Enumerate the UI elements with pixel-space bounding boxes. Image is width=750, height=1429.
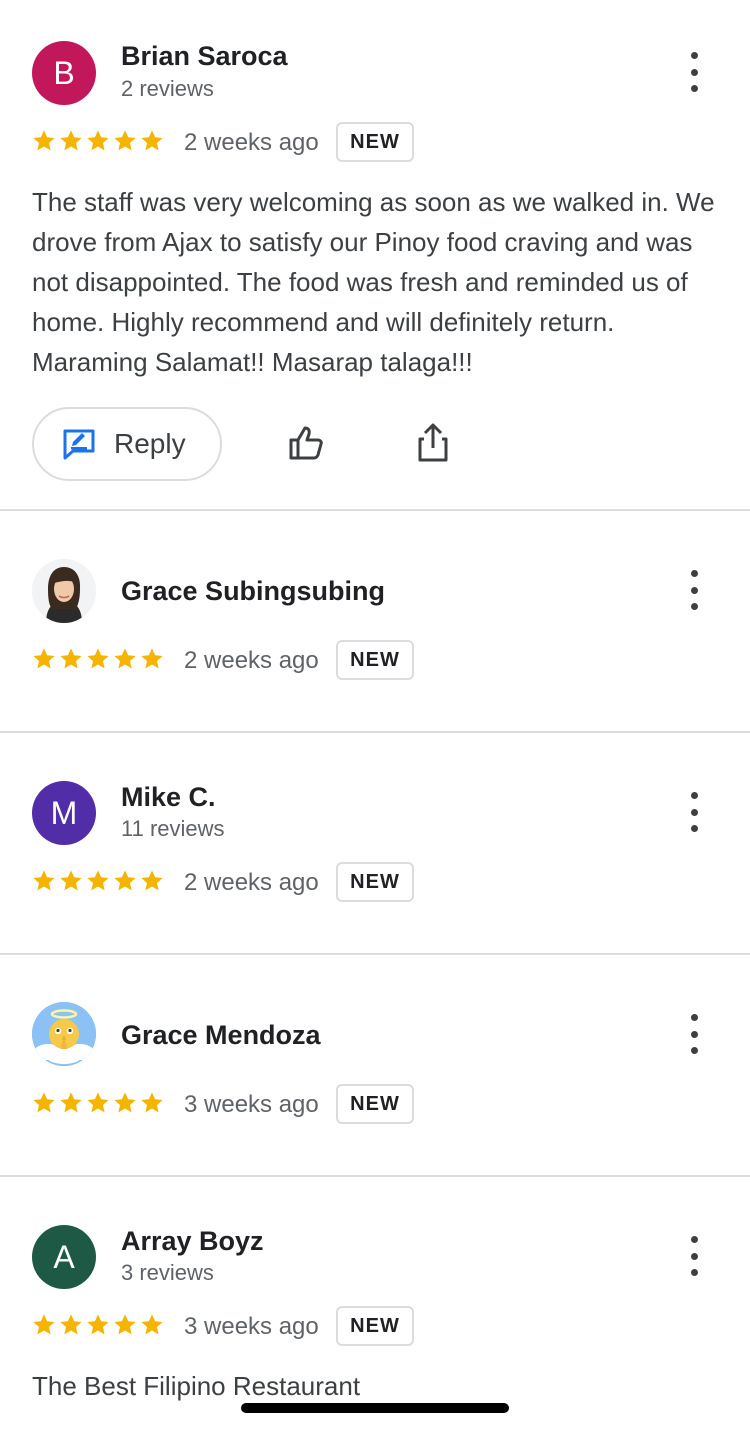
avatar[interactable]: B	[32, 41, 96, 105]
star-icon	[85, 1090, 111, 1116]
star-icon	[139, 1090, 165, 1116]
star-icon	[112, 646, 138, 672]
star-rating	[31, 646, 165, 672]
star-icon	[31, 868, 57, 894]
more-vert-icon	[690, 1014, 698, 1021]
star-icon	[58, 128, 84, 154]
review-time: 3 weeks ago	[184, 1313, 319, 1340]
avatar[interactable]: A	[32, 1225, 96, 1289]
reviewer-name[interactable]: Array Boyz	[121, 1226, 264, 1257]
review-count: 2 reviews	[121, 76, 214, 101]
star-icon	[31, 646, 57, 672]
star-icon	[85, 868, 111, 894]
star-icon	[58, 646, 84, 672]
star-rating	[31, 128, 165, 154]
star-icon	[112, 1312, 138, 1338]
avatar-letter: B	[53, 54, 75, 91]
review-text: The staff was very welcoming as soon as …	[32, 187, 715, 377]
divider	[0, 731, 750, 733]
share-icon	[418, 423, 448, 462]
review-time: 2 weeks ago	[184, 647, 319, 674]
star-icon	[58, 1312, 84, 1338]
like-button[interactable]	[283, 419, 331, 467]
review-count: 11 reviews	[121, 816, 225, 841]
more-options-button[interactable]	[680, 792, 708, 832]
more-options-button[interactable]	[680, 1236, 708, 1276]
star-icon	[112, 128, 138, 154]
star-icon	[31, 1312, 57, 1338]
reply-edit-icon	[63, 429, 95, 460]
avatar[interactable]: M	[32, 781, 96, 845]
star-icon	[31, 128, 57, 154]
avatar[interactable]	[32, 1002, 96, 1066]
more-options-button[interactable]	[680, 52, 708, 92]
reviewer-name[interactable]: Grace Subingsubing	[121, 576, 385, 607]
divider	[0, 1175, 750, 1177]
more-options-button[interactable]	[680, 1014, 708, 1054]
avatar-letter: M	[50, 794, 78, 831]
star-icon	[112, 868, 138, 894]
more-vert-icon	[690, 1236, 698, 1243]
new-badge: NEW	[336, 1084, 414, 1124]
star-icon	[85, 1312, 111, 1338]
divider	[0, 953, 750, 955]
reviewer-name[interactable]: Mike C.	[121, 782, 216, 813]
home-indicator[interactable]	[241, 1403, 509, 1413]
star-icon	[58, 868, 84, 894]
reply-label: Reply	[114, 428, 186, 459]
star-rating	[31, 868, 165, 894]
more-vert-icon	[690, 52, 698, 59]
star-icon	[139, 646, 165, 672]
thumbs-up-icon	[289, 426, 323, 460]
star-icon	[85, 128, 111, 154]
woman-photo-avatar-icon	[32, 559, 96, 623]
review-time: 2 weeks ago	[184, 129, 319, 156]
more-vert-icon	[690, 792, 698, 799]
new-badge: NEW	[336, 640, 414, 680]
star-rating	[31, 1312, 165, 1338]
star-icon	[58, 1090, 84, 1116]
reviewer-name[interactable]: Brian Saroca	[121, 41, 288, 72]
review-time: 2 weeks ago	[184, 869, 319, 896]
star-icon	[139, 128, 165, 154]
praying-angel-emoji-avatar-icon	[32, 1002, 96, 1066]
star-icon	[112, 1090, 138, 1116]
divider	[0, 509, 750, 511]
review-time: 3 weeks ago	[184, 1091, 319, 1118]
star-icon	[139, 868, 165, 894]
star-icon	[139, 1312, 165, 1338]
star-icon	[85, 646, 111, 672]
new-badge: NEW	[336, 862, 414, 902]
avatar-letter: A	[53, 1238, 75, 1275]
new-badge: NEW	[336, 122, 414, 162]
star-rating	[31, 1090, 165, 1116]
more-options-button[interactable]	[680, 570, 708, 610]
new-badge: NEW	[336, 1306, 414, 1346]
more-vert-icon	[690, 570, 698, 577]
reply-button[interactable]: Reply	[32, 407, 222, 481]
star-icon	[31, 1090, 57, 1116]
avatar[interactable]	[32, 559, 96, 623]
reviewer-name[interactable]: Grace Mendoza	[121, 1020, 321, 1051]
review-text: The Best Filipino Restaurant	[32, 1371, 361, 1401]
share-button[interactable]	[409, 419, 457, 467]
review-count: 3 reviews	[121, 1260, 214, 1285]
